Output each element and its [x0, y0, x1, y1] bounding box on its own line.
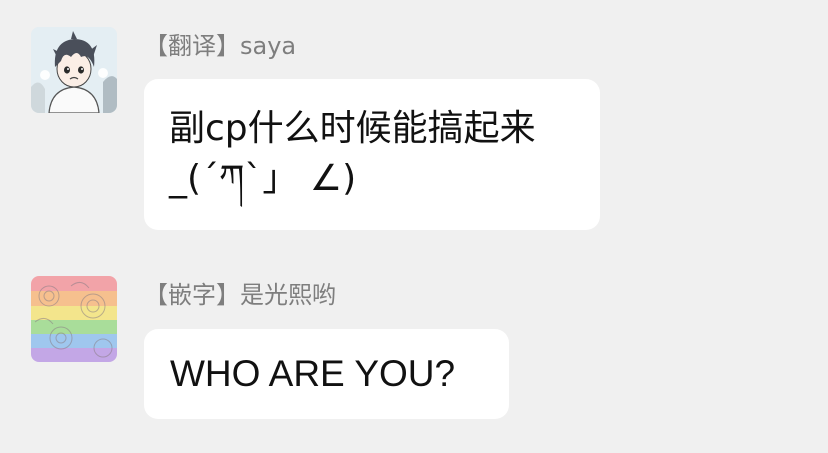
message-text-line: WHO ARE YOU? — [170, 353, 456, 394]
sender-name: 【翻译】saya — [144, 32, 297, 60]
sender-name: 【嵌字】是光熙哟 — [144, 281, 336, 309]
rainbow-floral-avatar-icon[interactable] — [31, 276, 117, 362]
message-bubble[interactable]: 副cp什么时候能搞起来 _(´ཀ`」 ∠) — [144, 79, 600, 230]
message-bubble[interactable]: WHO ARE YOU? — [144, 329, 509, 419]
chat-view: 【翻译】saya 副cp什么时候能搞起来 _(´ཀ`」 ∠) 【嵌字】是光熙哟 … — [0, 0, 828, 453]
message-text-line: 副cp什么时候能搞起来 — [169, 108, 536, 149]
message-text-line: _(´ཀ`」 ∠) — [169, 158, 357, 199]
anime-boy-avatar-icon[interactable] — [31, 27, 117, 113]
